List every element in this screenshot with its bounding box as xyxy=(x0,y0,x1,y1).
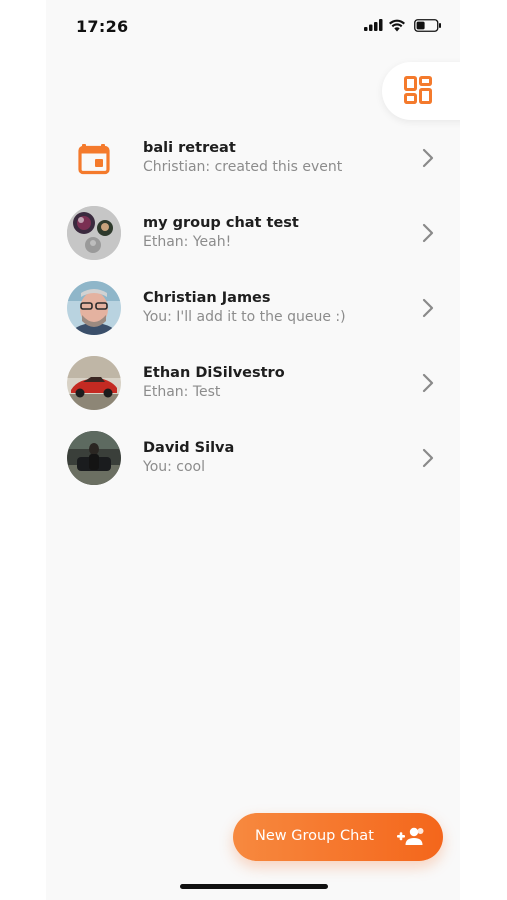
chat-preview: You: cool xyxy=(143,459,206,475)
chevron-right-icon xyxy=(422,148,434,168)
new-group-chat-button[interactable]: New Group Chat xyxy=(233,813,443,861)
chat-preview: Ethan: Yeah! xyxy=(143,234,232,250)
chat-title: my group chat test xyxy=(143,215,299,231)
avatar-photo-david xyxy=(67,431,121,485)
avatar xyxy=(67,356,121,410)
home-indicator xyxy=(180,884,328,889)
chat-title: bali retreat xyxy=(143,140,236,156)
chat-list: bali retreat Christian: created this eve… xyxy=(46,121,460,496)
chat-row-david-silva[interactable]: David Silva You: cool xyxy=(46,421,460,496)
chat-row-christian-james[interactable]: Christian James You: I'll add it to the … xyxy=(46,271,460,346)
group-avatar xyxy=(67,206,121,260)
chevron-right-icon xyxy=(422,448,434,468)
chevron-right-icon xyxy=(422,223,434,243)
chat-row-group-chat-test[interactable]: my group chat test Ethan: Yeah! xyxy=(46,196,460,271)
wifi-icon xyxy=(389,19,405,32)
chevron-right-icon xyxy=(422,298,434,318)
chat-title: Ethan DiSilvestro xyxy=(143,365,285,381)
event-avatar xyxy=(67,131,121,185)
chat-preview: Ethan: Test xyxy=(143,384,221,400)
avatar-photo-christian xyxy=(67,281,121,335)
battery-icon xyxy=(414,19,441,32)
new-group-chat-label: New Group Chat xyxy=(255,828,374,844)
group-add-icon xyxy=(397,827,424,845)
avatar xyxy=(67,431,121,485)
group-avatar-image xyxy=(67,206,121,260)
status-bar: 17:26 xyxy=(46,0,460,52)
phone-screen: 17:26 bali retreat Christian: created th… xyxy=(46,0,460,900)
chat-title: Christian James xyxy=(143,290,271,306)
avatar xyxy=(67,281,121,335)
grid-view-toggle[interactable] xyxy=(382,62,460,120)
chat-row-ethan-disilvestro[interactable]: Ethan DiSilvestro Ethan: Test xyxy=(46,346,460,421)
status-time: 17:26 xyxy=(76,17,129,36)
chat-title: David Silva xyxy=(143,440,235,456)
signal-icon xyxy=(364,19,383,31)
dashboard-icon xyxy=(404,76,432,104)
chat-preview: You: I'll add it to the queue :) xyxy=(143,309,346,325)
chevron-right-icon xyxy=(422,373,434,393)
calendar-icon xyxy=(78,144,110,175)
avatar-photo-ethan xyxy=(67,356,121,410)
chat-row-bali-retreat[interactable]: bali retreat Christian: created this eve… xyxy=(46,121,460,196)
chat-preview: Christian: created this event xyxy=(143,159,343,175)
